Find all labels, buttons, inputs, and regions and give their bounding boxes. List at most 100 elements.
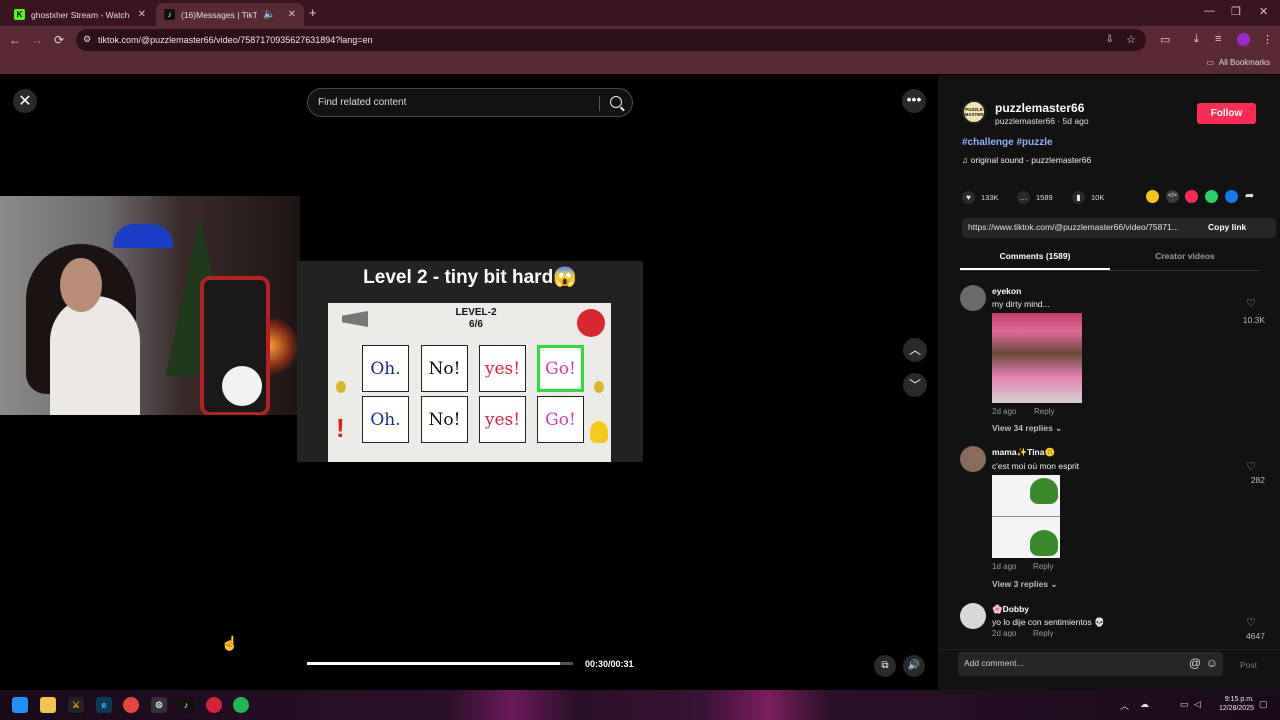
commenter-name[interactable]: mama✨Tina🙃: [992, 447, 1055, 458]
creator-avatar[interactable]: PUZZLE MASTER: [962, 100, 986, 124]
next-video-button[interactable]: ﹀: [903, 373, 927, 397]
comment-time: 1d ago: [992, 562, 1017, 571]
edge-icon[interactable]: e: [96, 697, 112, 713]
windows-start-icon[interactable]: [12, 697, 28, 713]
previous-video-button[interactable]: ︿: [903, 338, 927, 362]
maximize-button[interactable]: ❐: [1231, 5, 1241, 18]
new-tab-button[interactable]: +: [309, 5, 317, 20]
forward-arrow-icon[interactable]: →: [31, 33, 43, 47]
post-comment-button[interactable]: Post: [1240, 660, 1257, 670]
tab-comments[interactable]: Comments (1589): [960, 251, 1110, 261]
window-close-button[interactable]: ✕: [1259, 5, 1268, 18]
pip-button[interactable]: ⧉: [874, 655, 896, 677]
obs-icon[interactable]: [206, 697, 222, 713]
comment-gif[interactable]: [992, 313, 1082, 403]
reply-button[interactable]: Reply: [1033, 562, 1053, 571]
minimize-button[interactable]: —: [1204, 5, 1215, 17]
commenter-name[interactable]: 🌸Dobby: [992, 604, 1029, 615]
site-info-icon[interactable]: ⚙: [83, 34, 91, 45]
comment-like-heart-icon[interactable]: ♡: [1244, 297, 1258, 310]
video-caption: Level 2 - tiny bit hard😱: [363, 267, 577, 288]
game-launcher-icon[interactable]: ⚔: [68, 697, 84, 713]
profile-avatar[interactable]: [1237, 33, 1250, 46]
bookmark-star-icon[interactable]: ☆: [1126, 33, 1136, 46]
tiktok-favicon-icon: ♪: [164, 9, 175, 20]
search-input[interactable]: Find related content: [307, 88, 633, 117]
install-app-icon[interactable]: ⇩: [1106, 34, 1114, 45]
file-explorer-icon[interactable]: [40, 697, 56, 713]
all-bookmarks-button[interactable]: ▭ All Bookmarks: [1206, 58, 1270, 67]
facebook-icon[interactable]: [1225, 190, 1238, 203]
copy-link-button[interactable]: Copy link: [1208, 222, 1246, 232]
bookmark-icon: ▮: [1072, 191, 1085, 204]
more-options-button[interactable]: •••: [902, 89, 926, 113]
comment-like-heart-icon[interactable]: ♡: [1244, 616, 1258, 629]
chrome-icon[interactable]: [123, 697, 139, 713]
search-icon[interactable]: [610, 96, 622, 108]
active-tab-indicator: [960, 268, 1110, 270]
commenter-avatar[interactable]: [960, 603, 986, 629]
embed-icon[interactable]: </>: [1166, 190, 1179, 203]
sound-link[interactable]: ♫ original sound - puzzlemaster66: [962, 155, 1091, 165]
tab-title: (16)Messages | TikTok: [181, 9, 257, 20]
commenter-avatar[interactable]: [960, 446, 986, 472]
speaker-icon[interactable]: ◁: [1194, 699, 1201, 710]
close-video-button[interactable]: ✕: [13, 89, 37, 113]
creator-username[interactable]: puzzlemaster66: [995, 101, 1084, 115]
video-hashtags[interactable]: #challenge #puzzle: [962, 137, 1053, 148]
puzzle-card-highlighted: Go!: [537, 345, 584, 392]
address-bar[interactable]: ⚙ tiktok.com/@puzzlemaster66/video/75871…: [76, 29, 1146, 51]
whatsapp-icon[interactable]: [1205, 190, 1218, 203]
comment-button[interactable]: … 1589: [1017, 191, 1053, 204]
save-button[interactable]: ▮ 10K: [1072, 191, 1104, 204]
downloads-icon[interactable]: ⤓: [1194, 33, 1199, 46]
comment-text: yo lo dije con sentimientos 💀: [992, 617, 1105, 627]
notifications-icon[interactable]: ▢: [1259, 699, 1268, 710]
santa-hat: [113, 224, 173, 248]
tab-close-icon[interactable]: ✕: [138, 9, 146, 20]
back-arrow-icon[interactable]: ←: [9, 33, 21, 47]
tab-creator-videos[interactable]: Creator videos: [1110, 251, 1260, 261]
settings-gear-icon[interactable]: ⚙: [151, 697, 167, 713]
comment-like-count: 4647: [1246, 631, 1265, 639]
level-label: LEVEL-2 6/6: [455, 307, 497, 330]
view-replies-button[interactable]: View 34 replies ⌄: [992, 423, 1062, 434]
reload-icon[interactable]: ⟳: [54, 33, 64, 47]
browser-menu-icon[interactable]: ⋮: [1262, 33, 1273, 46]
puzzle-card: Go!: [537, 396, 584, 443]
taskbar-clock[interactable]: 9:15 p.m. 12/28/2025: [1208, 695, 1254, 713]
browser-tab-kick[interactable]: K ghostxher Stream - Watch Live ✕: [6, 3, 154, 26]
like-button[interactable]: ♥ 133K: [962, 191, 999, 204]
comment-like-heart-icon[interactable]: ♡: [1244, 460, 1258, 473]
commenter-avatar[interactable]: [960, 285, 986, 311]
video-details-panel: PUZZLE MASTER puzzlemaster66 puzzlemaste…: [938, 75, 1280, 690]
comment-sticker[interactable]: [992, 475, 1060, 558]
onedrive-icon[interactable]: ☁: [1140, 699, 1149, 710]
browser-tab-tiktok[interactable]: ♪ (16)Messages | TikTok 🔈 ✕: [156, 3, 304, 26]
puzzle-card: yes!: [479, 345, 526, 392]
tab-close-icon[interactable]: ✕: [288, 9, 296, 20]
follow-button[interactable]: Follow: [1197, 103, 1256, 124]
media-controls-icon[interactable]: ≡: [1215, 33, 1221, 45]
reply-button[interactable]: Reply: [1034, 407, 1054, 416]
view-replies-button[interactable]: View 3 replies ⌄: [992, 579, 1058, 590]
spotify-icon[interactable]: [233, 697, 249, 713]
streamer-face: [60, 258, 102, 312]
share-arrow-icon[interactable]: ➦: [1245, 189, 1254, 202]
reply-button[interactable]: Reply: [1033, 629, 1053, 637]
comment-input[interactable]: Add comment... @ ☺: [958, 652, 1223, 676]
network-icon[interactable]: ▭: [1180, 699, 1189, 710]
send-to-friends-icon[interactable]: [1185, 190, 1198, 203]
commenter-name[interactable]: eyekon: [992, 286, 1021, 296]
tiktok-app-icon[interactable]: ♪: [178, 697, 194, 713]
volume-button[interactable]: 🔊: [903, 655, 925, 677]
search-placeholder: Find related content: [318, 97, 407, 108]
show-hidden-icons-icon[interactable]: ︿: [1120, 699, 1129, 712]
folder-icon: ▭: [1206, 58, 1214, 67]
mention-icon[interactable]: @: [1189, 656, 1201, 670]
emoji-icon[interactable]: ☺: [1206, 656, 1218, 670]
share-coin-icon[interactable]: [1146, 190, 1159, 203]
video-progress-bar[interactable]: [307, 662, 573, 665]
tab-audio-icon[interactable]: 🔈: [263, 9, 275, 20]
tab-search-icon[interactable]: ▭: [1160, 33, 1170, 46]
